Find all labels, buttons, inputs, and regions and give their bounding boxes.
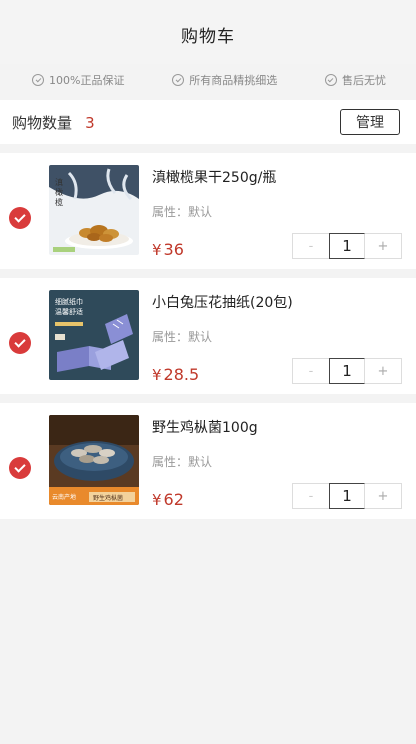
product-name[interactable]: 野生鸡枞菌100g (152, 417, 402, 437)
mushroom-image-art: 云南产地 野生鸡枞菌 (49, 415, 139, 505)
cart-item-info: 小白兔压花抽纸(20包) 属性：默认 ¥28.5 - 1 + (152, 292, 402, 384)
image-text: 榄 (55, 197, 63, 207)
guarantee-selected: 所有商品精挑细选 (172, 72, 277, 88)
cart-count: 购物数量 3 (12, 112, 95, 133)
manage-button[interactable]: 管理 (340, 109, 400, 135)
quantity-stepper: - 1 + (292, 233, 402, 259)
title-bar: 购物车 (0, 0, 416, 64)
currency-symbol: ¥ (152, 241, 162, 259)
cart-count-label: 购物数量 (12, 113, 73, 132)
currency-symbol: ¥ (152, 491, 162, 509)
increase-button[interactable]: + (365, 484, 401, 508)
guarantee-strip: 100%正品保证 所有商品精挑细选 售后无忧 (0, 64, 416, 96)
cart-item: 云南产地 野生鸡枞菌 野生鸡枞菌100g 属性：默认 ¥62 - 1 + (0, 403, 416, 519)
price-value: 28.5 (163, 365, 200, 384)
increase-button[interactable]: + (365, 359, 401, 383)
image-text: 橄 (55, 187, 63, 197)
cart-item-info: 野生鸡枞菌100g 属性：默认 ¥62 - 1 + (152, 417, 402, 509)
quantity-input[interactable]: 1 (329, 233, 365, 259)
product-price: ¥62 (152, 490, 184, 509)
decrease-button[interactable]: - (293, 484, 329, 508)
cart-page: 购物车 100%正品保证 所有商品精挑细选 售后无忧 购物数量 3 管理 滇 橄… (0, 0, 416, 744)
price-value: 62 (163, 490, 184, 509)
image-text: 野生鸡枞菌 (93, 494, 123, 502)
olive-fruit-image[interactable]: 滇 橄 榄 (49, 165, 139, 255)
quantity-stepper: - 1 + (292, 483, 402, 509)
currency-symbol: ¥ (152, 366, 162, 384)
cart-item-info: 滇橄榄果干250g/瓶 属性：默认 ¥36 - 1 + (152, 167, 402, 259)
guarantee-label: 100%正品保证 (49, 74, 125, 87)
cart-item-list: 滇 橄 榄 滇橄榄果干250g/瓶 属性：默认 ¥36 - 1 + 细腻纸巾 温… (0, 153, 416, 519)
check-circle-icon (324, 74, 337, 86)
checked-circle-icon[interactable] (9, 457, 31, 479)
mushroom-image[interactable]: 云南产地 野生鸡枞菌 (49, 415, 139, 505)
product-attribute: 属性：默认 (152, 205, 213, 219)
decrease-button[interactable]: - (293, 234, 329, 258)
cart-count-bar: 购物数量 3 管理 (0, 100, 416, 144)
guarantee-aftersales: 售后无忧 (324, 72, 386, 88)
cart-item: 细腻纸巾 温馨舒适 小白兔压花抽纸(20包) 属性：默认 ¥28.5 - 1 + (0, 278, 416, 394)
checked-circle-icon[interactable] (9, 207, 31, 229)
product-name[interactable]: 滇橄榄果干250g/瓶 (152, 167, 402, 187)
image-text: 滇 (55, 177, 63, 187)
guarantee-label: 所有商品精挑细选 (189, 74, 278, 87)
product-price: ¥28.5 (152, 365, 199, 384)
guarantee-authentic: 100%正品保证 (32, 72, 124, 88)
decrease-button[interactable]: - (293, 359, 329, 383)
checked-circle-icon[interactable] (9, 332, 31, 354)
check-circle-icon (172, 74, 185, 86)
tissue-box-image-art: 细腻纸巾 温馨舒适 (49, 290, 139, 380)
cart-count-value: 3 (85, 113, 95, 132)
quantity-input[interactable]: 1 (329, 358, 365, 384)
quantity-input[interactable]: 1 (329, 483, 365, 509)
product-attribute: 属性：默认 (152, 455, 213, 469)
price-value: 36 (163, 240, 184, 259)
product-attribute: 属性：默认 (152, 330, 213, 344)
tissue-box-image[interactable]: 细腻纸巾 温馨舒适 (49, 290, 139, 380)
page-title: 购物车 (181, 26, 235, 47)
guarantee-label: 售后无忧 (341, 74, 386, 87)
image-text: 温馨舒适 (55, 307, 83, 316)
image-text: 云南产地 (52, 493, 76, 501)
product-price: ¥36 (152, 240, 184, 259)
increase-button[interactable]: + (365, 234, 401, 258)
cart-item: 滇 橄 榄 滇橄榄果干250g/瓶 属性：默认 ¥36 - 1 + (0, 153, 416, 269)
image-text: 细腻纸巾 (55, 297, 83, 306)
olive-fruit-image-art: 滇 橄 榄 (49, 165, 139, 255)
product-name[interactable]: 小白兔压花抽纸(20包) (152, 292, 402, 312)
quantity-stepper: - 1 + (292, 358, 402, 384)
check-circle-icon (32, 74, 44, 86)
